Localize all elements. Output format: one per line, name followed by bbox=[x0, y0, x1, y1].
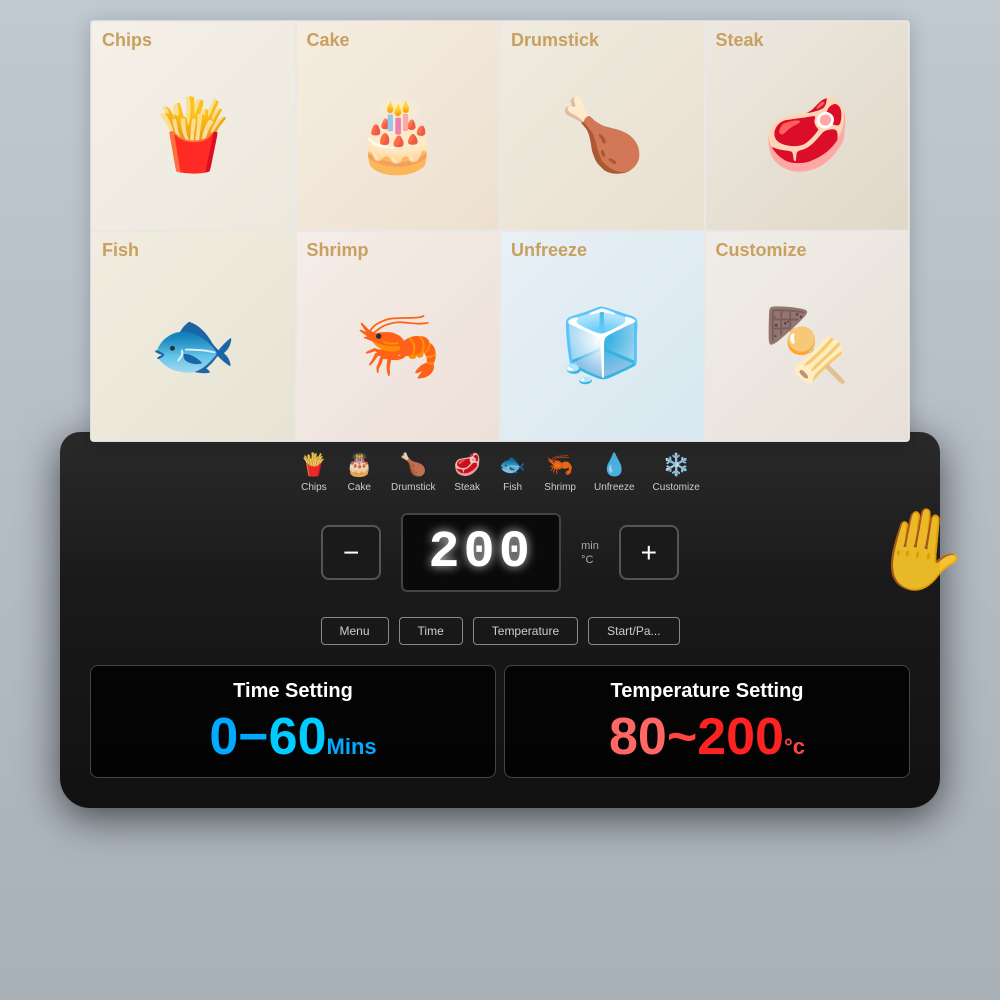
food-cell-shrimp[interactable]: Shrimp bbox=[296, 231, 501, 441]
fish-icon-label: Fish bbox=[503, 482, 522, 493]
menu-button[interactable]: Menu bbox=[321, 617, 389, 645]
mode-drumstick[interactable]: 🍗 Drumstick bbox=[391, 452, 435, 493]
minus-icon: − bbox=[343, 537, 359, 569]
temp-tilde: ~ bbox=[667, 708, 697, 766]
start-pause-button[interactable]: Start/Pa... bbox=[588, 617, 679, 645]
food-image-customize bbox=[706, 232, 909, 440]
food-label-chips: Chips bbox=[102, 30, 152, 51]
food-image-fish bbox=[92, 232, 295, 440]
food-cell-chips[interactable]: Chips bbox=[91, 21, 296, 231]
mode-shrimp[interactable]: 🦐 Shrimp bbox=[544, 452, 576, 493]
food-label-unfreeze: Unfreeze bbox=[511, 240, 587, 261]
food-label-shrimp: Shrimp bbox=[307, 240, 369, 261]
cake-icon-label: Cake bbox=[348, 482, 371, 493]
time-setting-box: Time Setting 0−60Mins bbox=[90, 665, 496, 778]
food-label-cake: Cake bbox=[307, 30, 350, 51]
unit-min: min bbox=[581, 540, 599, 552]
food-cell-unfreeze[interactable]: Unfreeze bbox=[500, 231, 705, 441]
temp-start: 80 bbox=[609, 708, 667, 766]
food-image-chips bbox=[92, 22, 295, 230]
unfreeze-icon-label: Unfreeze bbox=[594, 482, 635, 493]
decrement-button[interactable]: − bbox=[321, 525, 381, 580]
control-buttons-row: Menu Time Temperature Start/Pa... bbox=[90, 617, 910, 645]
time-button[interactable]: Time bbox=[399, 617, 463, 645]
drumstick-icon: 🍗 bbox=[400, 452, 427, 478]
customize-icon-label: Customize bbox=[653, 482, 700, 493]
main-background: Chips Cake Drumstick Steak Fish Shrimp U… bbox=[0, 0, 1000, 1000]
unit-celsius: °C bbox=[581, 554, 599, 566]
mode-chips[interactable]: 🍟 Chips bbox=[300, 452, 327, 493]
fish-icon: 🐟 bbox=[499, 452, 526, 478]
steak-icon: 🥩 bbox=[453, 452, 480, 478]
mode-cake[interactable]: 🎂 Cake bbox=[346, 452, 373, 493]
temp-end: 200 bbox=[697, 708, 784, 766]
steak-icon-label: Steak bbox=[454, 482, 480, 493]
food-image-shrimp bbox=[297, 232, 500, 440]
temperature-button[interactable]: Temperature bbox=[473, 617, 578, 645]
food-label-fish: Fish bbox=[102, 240, 139, 261]
shrimp-icon-label: Shrimp bbox=[544, 482, 576, 493]
food-label-steak: Steak bbox=[716, 30, 764, 51]
temperature-setting-box: Temperature Setting 80~200°c bbox=[504, 665, 910, 778]
unfreeze-icon: 💧 bbox=[601, 452, 628, 478]
chips-icon-label: Chips bbox=[301, 482, 327, 493]
food-image-cake bbox=[297, 22, 500, 230]
food-cell-cake[interactable]: Cake bbox=[296, 21, 501, 231]
mode-icon-row: 🍟 Chips 🎂 Cake 🍗 Drumstick 🥩 Steak 🐟 Fis… bbox=[90, 452, 910, 493]
led-display: 200 bbox=[401, 513, 561, 592]
plus-icon: + bbox=[641, 537, 657, 569]
hand-pointer: 🤚 bbox=[863, 495, 977, 605]
bottom-info: Time Setting 0−60Mins Temperature Settin… bbox=[90, 665, 910, 778]
led-display-row: − 200 min °C + 🤚 bbox=[90, 513, 910, 592]
mode-unfreeze[interactable]: 💧 Unfreeze bbox=[594, 452, 635, 493]
food-image-steak bbox=[706, 22, 909, 230]
mode-steak[interactable]: 🥩 Steak bbox=[453, 452, 480, 493]
customize-icon: ❄️ bbox=[662, 452, 689, 478]
increment-button[interactable]: + bbox=[619, 525, 679, 580]
food-cell-steak[interactable]: Steak bbox=[705, 21, 910, 231]
mode-customize[interactable]: ❄️ Customize bbox=[653, 452, 700, 493]
unit-labels: min °C bbox=[581, 540, 599, 566]
food-cell-drumstick[interactable]: Drumstick bbox=[500, 21, 705, 231]
temperature-setting-title: Temperature Setting bbox=[525, 680, 889, 703]
food-label-customize: Customize bbox=[716, 240, 807, 261]
chips-icon: 🍟 bbox=[300, 452, 327, 478]
food-cell-customize[interactable]: Customize bbox=[705, 231, 910, 441]
time-unit: Mins bbox=[327, 734, 377, 759]
food-image-drumstick bbox=[501, 22, 704, 230]
mode-fish[interactable]: 🐟 Fish bbox=[499, 452, 526, 493]
temp-unit: °c bbox=[784, 734, 805, 759]
food-image-unfreeze bbox=[501, 232, 704, 440]
time-setting-title: Time Setting bbox=[111, 680, 475, 703]
food-label-drumstick: Drumstick bbox=[511, 30, 599, 51]
food-cell-fish[interactable]: Fish bbox=[91, 231, 296, 441]
display-value: 200 bbox=[428, 523, 534, 582]
time-start: 0 bbox=[209, 708, 238, 766]
shrimp-icon: 🦐 bbox=[546, 452, 573, 478]
time-end: 60 bbox=[269, 708, 327, 766]
cake-icon: 🎂 bbox=[346, 452, 373, 478]
temperature-setting-value: 80~200°c bbox=[525, 711, 889, 763]
control-panel: 🍟 Chips 🎂 Cake 🍗 Drumstick 🥩 Steak 🐟 Fis… bbox=[60, 432, 940, 808]
time-setting-value: 0−60Mins bbox=[111, 711, 475, 763]
food-grid-panel: Chips Cake Drumstick Steak Fish Shrimp U… bbox=[90, 20, 910, 442]
time-dash: − bbox=[238, 708, 268, 766]
drumstick-icon-label: Drumstick bbox=[391, 482, 435, 493]
